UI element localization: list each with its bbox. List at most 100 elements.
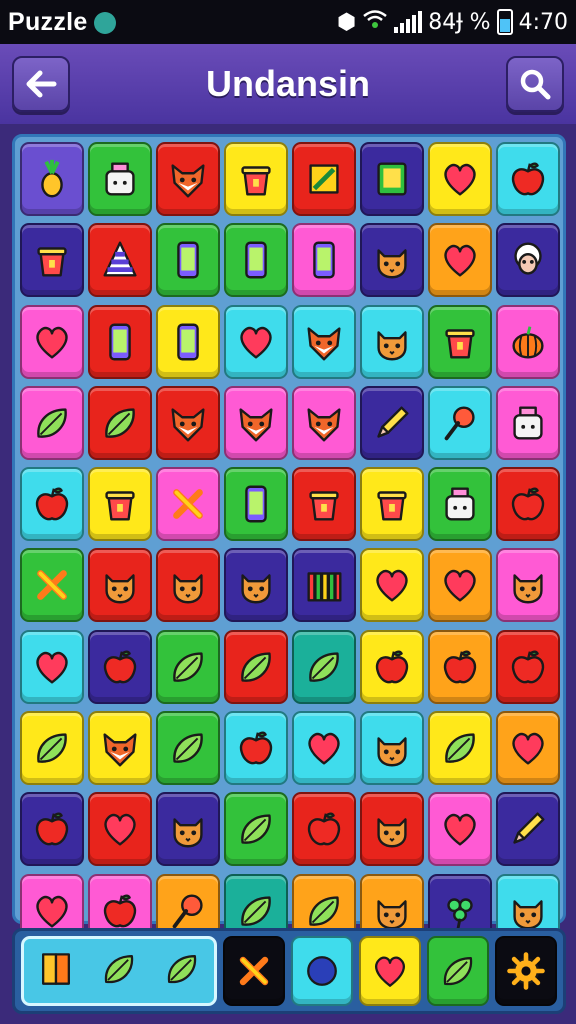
leaf-icon xyxy=(241,652,271,682)
leaf-icon xyxy=(241,896,271,926)
tile-r4-c7[interactable] xyxy=(428,385,492,460)
tile-r3-c8[interactable] xyxy=(496,304,560,379)
tile-r6-c7[interactable] xyxy=(428,548,492,623)
tile-r8-c7[interactable] xyxy=(428,711,492,786)
tile-r8-c5[interactable] xyxy=(292,711,356,786)
tile-r4-c1[interactable] xyxy=(20,385,84,460)
tile-r7-c4[interactable] xyxy=(224,629,288,704)
tile-r6-c3[interactable] xyxy=(156,548,220,623)
tile-r9-c6[interactable] xyxy=(360,792,424,867)
tile-r4-c6[interactable] xyxy=(360,385,424,460)
tile-r1-c2[interactable] xyxy=(88,142,152,216)
tile-r2-c1[interactable] xyxy=(20,223,84,298)
tile-r8-c2[interactable] xyxy=(88,711,152,786)
search-button[interactable] xyxy=(506,56,564,112)
apple-icon xyxy=(103,894,137,927)
heart-icon xyxy=(308,732,340,765)
collected-tray[interactable] xyxy=(21,936,217,1006)
dock-tile-1[interactable] xyxy=(223,936,285,1006)
tile-r1-c5[interactable] xyxy=(292,142,356,216)
tile-r4-c5[interactable] xyxy=(292,385,356,460)
tile-r2-c7[interactable] xyxy=(428,223,492,298)
tile-r5-c6[interactable] xyxy=(360,467,424,542)
tile-r2-c6[interactable] xyxy=(360,223,424,298)
pumpkin-icon xyxy=(512,325,544,359)
tile-r5-c4[interactable] xyxy=(224,467,288,542)
tile-r5-c1[interactable] xyxy=(20,467,84,542)
back-button[interactable] xyxy=(12,56,70,112)
tile-r3-c4[interactable] xyxy=(224,304,288,379)
tile-r2-c3[interactable] xyxy=(156,223,220,298)
tile-r7-c2[interactable] xyxy=(88,629,152,704)
tile-r7-c6[interactable] xyxy=(360,629,424,704)
tile-r3-c7[interactable] xyxy=(428,304,492,379)
tile-r3-c6[interactable] xyxy=(360,304,424,379)
apple-icon xyxy=(511,162,545,196)
tile-r2-c8[interactable] xyxy=(496,223,560,298)
tile-r5-c3[interactable] xyxy=(156,467,220,542)
heart-icon xyxy=(444,245,476,277)
tile-r9-c7[interactable] xyxy=(428,792,492,867)
tile-r6-c1[interactable] xyxy=(20,548,84,623)
tile-r9-c2[interactable] xyxy=(88,792,152,867)
tile-r9-c3[interactable] xyxy=(156,792,220,867)
tile-r4-c3[interactable] xyxy=(156,385,220,460)
heart-icon xyxy=(375,956,405,987)
dock-tile-4[interactable] xyxy=(427,936,489,1006)
tile-r7-c5[interactable] xyxy=(292,629,356,704)
leaf-icon xyxy=(168,955,197,984)
tile-r5-c5[interactable] xyxy=(292,467,356,542)
tile-r2-c5[interactable] xyxy=(292,223,356,298)
tile-r5-c8[interactable] xyxy=(496,467,560,542)
tile-r4-c2[interactable] xyxy=(88,385,152,460)
cat-face-icon xyxy=(377,249,407,279)
tile-r6-c4[interactable] xyxy=(224,548,288,623)
tile-r1-c3[interactable] xyxy=(156,142,220,216)
tile-r7-c3[interactable] xyxy=(156,629,220,704)
tile-r8-c1[interactable] xyxy=(20,711,84,786)
tile-r4-c8[interactable] xyxy=(496,385,560,460)
clock: 4:70 xyxy=(518,9,568,35)
tile-r1-c6[interactable] xyxy=(360,142,424,216)
pencil-icon xyxy=(513,812,545,844)
tile-r2-c2[interactable] xyxy=(88,223,152,298)
tile-r9-c1[interactable] xyxy=(20,792,84,867)
dock-tiles xyxy=(223,936,557,1006)
tile-r7-c7[interactable] xyxy=(428,629,492,704)
tile-r6-c5[interactable] xyxy=(292,548,356,623)
tile-r9-c4[interactable] xyxy=(224,792,288,867)
lollipop-icon xyxy=(444,406,475,441)
tile-r5-c2[interactable] xyxy=(88,467,152,542)
tile-r5-c7[interactable] xyxy=(428,467,492,542)
dock-tile-2[interactable] xyxy=(291,936,353,1006)
tile-r9-c8[interactable] xyxy=(496,792,560,867)
tile-r8-c8[interactable] xyxy=(496,711,560,786)
tile-r6-c2[interactable] xyxy=(88,548,152,623)
tile-r4-c4[interactable] xyxy=(224,385,288,460)
apple-icon xyxy=(443,650,477,684)
cup-icon xyxy=(105,491,135,521)
tile-r1-c4[interactable] xyxy=(224,142,288,216)
tile-r8-c3[interactable] xyxy=(156,711,220,786)
tile-r9-c5[interactable] xyxy=(292,792,356,867)
tile-r3-c1[interactable] xyxy=(20,304,84,379)
tile-r7-c8[interactable] xyxy=(496,629,560,704)
tile-r1-c8[interactable] xyxy=(496,142,560,216)
tile-r3-c2[interactable] xyxy=(88,304,152,379)
tile-r3-c5[interactable] xyxy=(292,304,356,379)
cat-face-icon xyxy=(377,899,407,930)
tile-r3-c3[interactable] xyxy=(156,304,220,379)
dock-tile-3[interactable] xyxy=(359,936,421,1006)
tile-r7-c1[interactable] xyxy=(20,629,84,704)
settings-button[interactable] xyxy=(495,936,557,1006)
tile-r6-c6[interactable] xyxy=(360,548,424,623)
fox-face-icon xyxy=(307,326,341,361)
tile-r8-c6[interactable] xyxy=(360,711,424,786)
tile-r1-c7[interactable] xyxy=(428,142,492,216)
fox-face-icon xyxy=(239,408,273,442)
tile-r8-c4[interactable] xyxy=(224,711,288,786)
heart-icon xyxy=(512,732,544,765)
tile-r6-c8[interactable] xyxy=(496,548,560,623)
tile-r2-c4[interactable] xyxy=(224,223,288,298)
tile-r1-c1[interactable] xyxy=(20,142,84,216)
